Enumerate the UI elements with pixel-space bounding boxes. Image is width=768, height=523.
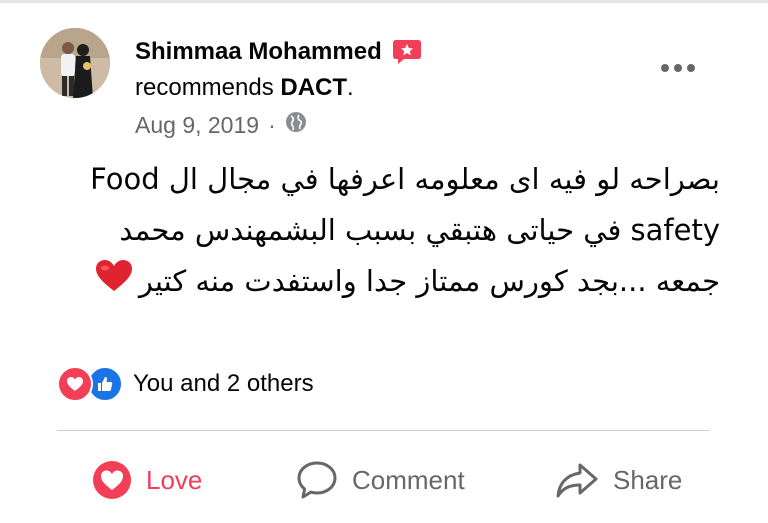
post-body: بصراحه لو فيه اى معلومه اعرفها في مجال ا… <box>30 154 720 309</box>
share-button[interactable]: Share <box>555 450 682 510</box>
post-line-2: safety في حياتى هتبقي بسبب البشمهندس محم… <box>119 213 720 247</box>
comment-button[interactable]: Comment <box>296 450 465 510</box>
globe-icon[interactable] <box>285 111 307 139</box>
post-actions-bar: Love Comment Share <box>0 450 768 510</box>
post-meta: Aug 9, 2019 · <box>135 111 307 139</box>
love-button[interactable]: Love <box>92 450 202 510</box>
share-label: Share <box>613 464 683 495</box>
post-line-3-wrap: جمعه ...بجد كورس ممتاز جدا واستفدت منه ك… <box>30 256 720 309</box>
comment-icon <box>296 460 338 500</box>
recommendation-prefix: recommends <box>135 74 274 101</box>
post-line-3: جمعه ...بجد كورس ممتاز جدا واستفدت منه ك… <box>138 264 720 298</box>
top-divider <box>0 0 768 3</box>
reaction-icons <box>57 366 127 402</box>
love-label: Love <box>146 464 203 495</box>
meta-separator: · <box>268 111 276 138</box>
avatar[interactable] <box>40 28 110 98</box>
reaction-count-text[interactable]: You and 2 others <box>133 370 314 398</box>
recommendation-suffix: . <box>347 74 354 101</box>
comment-label: Comment <box>352 464 465 495</box>
red-heart-icon <box>95 258 133 309</box>
avatar-photo <box>40 28 110 98</box>
more-options-icon[interactable] <box>660 60 696 76</box>
actions-divider <box>57 430 710 431</box>
recommend-badge-icon <box>392 39 422 65</box>
post-line-1: بصراحه لو فيه اى معلومه اعرفها في مجال ا… <box>90 162 720 196</box>
author-name[interactable]: Shimmaa Mohammed <box>135 38 382 66</box>
love-reaction-icon <box>57 366 93 402</box>
recommendation-line: recommends DACT. <box>135 74 354 102</box>
page-link[interactable]: DACT <box>280 74 347 101</box>
love-icon <box>92 460 132 500</box>
share-icon <box>555 460 599 500</box>
post-date[interactable]: Aug 9, 2019 <box>135 112 259 139</box>
reaction-summary[interactable]: You and 2 others <box>57 366 314 402</box>
